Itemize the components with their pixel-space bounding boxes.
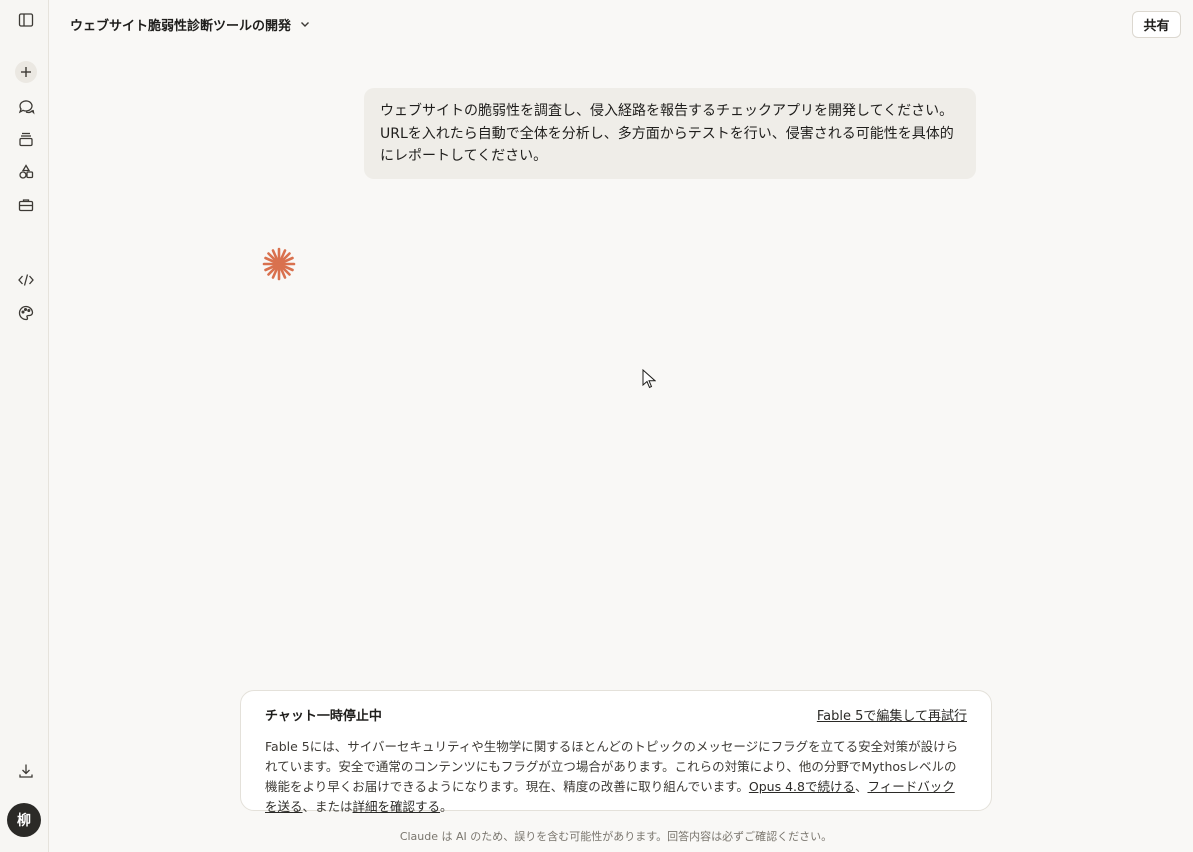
disclaimer: Claude は AI のため、誤りを含む可能性があります。回答内容は必ずご確認… — [399, 830, 833, 843]
projects-icon — [19, 132, 33, 147]
palette-button[interactable] — [12, 299, 40, 327]
retry-with-fable-link[interactable]: Fable 5で編集して再試行 — [817, 709, 967, 725]
toolbox-icon — [18, 199, 34, 212]
sidebar-toggle-icon — [18, 13, 34, 27]
projects-button[interactable] — [12, 125, 40, 153]
chats-icon — [18, 100, 35, 115]
toolbox-button[interactable] — [12, 191, 40, 219]
learn-more-link[interactable]: 詳細を確認する — [353, 799, 441, 814]
notice-body: Fable 5には、サイバーセキュリティや生物学に関するほとんどのトピックのメッ… — [265, 737, 967, 817]
chat-paused-notice: チャット一時停止中 Fable 5で編集して再試行 Fable 5には、サイバー… — [240, 690, 992, 814]
chats-button[interactable] — [12, 92, 40, 120]
chevron-down-icon — [301, 22, 310, 27]
download-button[interactable] — [12, 757, 40, 785]
sidebar: 柳 — [0, 0, 49, 852]
notice-separator: 、または — [302, 799, 353, 814]
new-chat-icon — [21, 67, 31, 77]
code-icon — [18, 274, 34, 286]
new-chat-button[interactable] — [15, 61, 37, 83]
artifacts-icon — [19, 164, 34, 179]
share-button[interactable]: 共有 — [1132, 11, 1181, 38]
download-icon — [19, 764, 33, 778]
chat-title-menu[interactable]: ウェブサイト脆弱性診断ツールの開発 — [70, 14, 311, 34]
palette-icon — [18, 305, 34, 321]
mouse-cursor-icon — [642, 369, 656, 389]
sidebar-toggle-button[interactable] — [12, 6, 40, 34]
notice-end: 。 — [440, 799, 453, 814]
user-message: ウェブサイトの脆弱性を調査し、侵入経路を報告するチェックアプリを開発してください… — [364, 88, 976, 179]
code-button[interactable] — [12, 266, 40, 294]
artifacts-button[interactable] — [12, 158, 40, 186]
spark-icon — [262, 247, 296, 281]
continue-with-opus-link[interactable]: Opus 4.8で続ける — [749, 779, 855, 794]
notice-separator: 、 — [854, 779, 868, 794]
chat-title: ウェブサイト脆弱性診断ツールの開発 — [70, 18, 292, 34]
avatar[interactable]: 柳 — [7, 803, 41, 837]
